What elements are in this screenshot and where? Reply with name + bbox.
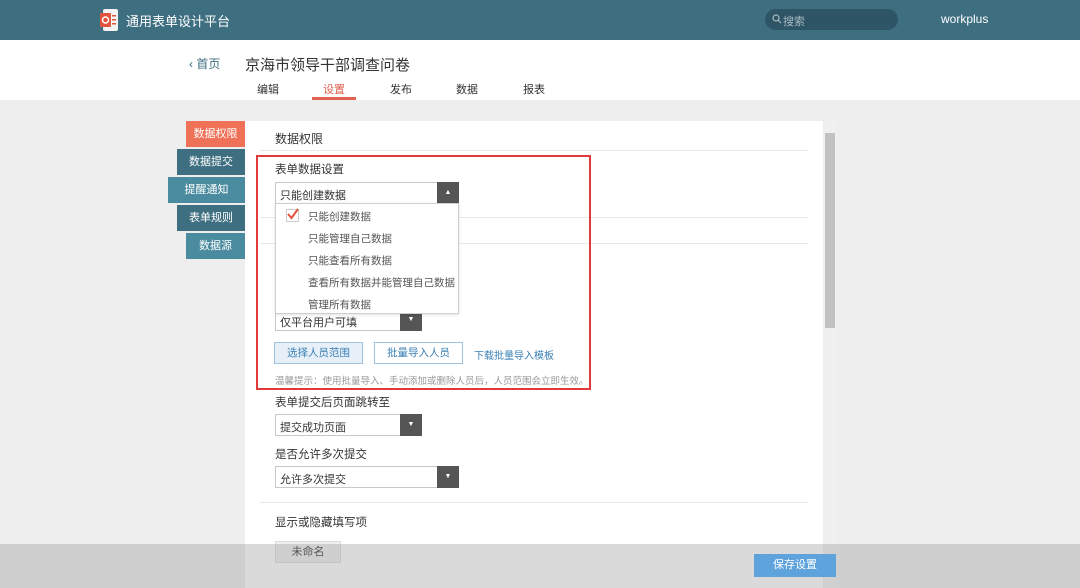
user-name[interactable]: workplus [941, 12, 988, 26]
sidebar-item-data-permission[interactable]: 数据权限 [186, 121, 245, 147]
multi-submit-select[interactable]: 允许多次提交 ▼ [275, 466, 459, 488]
multi-submit-label: 是否允许多次提交 [275, 449, 367, 461]
page-header: ‹ 首页 京海市领导干部调查问卷 编辑 设置 发布 数据 报表 [0, 40, 1080, 100]
scrollbar-thumb[interactable] [825, 133, 835, 328]
show-hide-label: 显示或隐藏填写项 [275, 517, 367, 529]
section-title: 数据权限 [275, 132, 324, 146]
sidebar-item-form-rules[interactable]: 表单规则 [177, 205, 245, 231]
tab-report[interactable]: 报表 [523, 81, 545, 97]
redirect-label: 表单提交后页面跳转至 [275, 397, 390, 409]
search-placeholder: 搜索 [783, 16, 805, 28]
redirect-select[interactable]: 提交成功页面 ▼ [275, 414, 422, 436]
chevron-down-icon: ▼ [400, 414, 422, 436]
search-input[interactable]: 搜索 [765, 9, 898, 30]
tab-publish[interactable]: 发布 [390, 81, 412, 97]
highlight-annotation [256, 155, 591, 390]
sidebar-item-reminder[interactable]: 提醒通知 [168, 177, 245, 203]
multi-submit-value: 允许多次提交 [280, 474, 346, 486]
chevron-down-icon: ▼ [437, 466, 459, 488]
app-title: 通用表单设计平台 [126, 14, 231, 29]
bottom-bar [0, 544, 1080, 588]
tab-edit[interactable]: 编辑 [257, 81, 279, 97]
active-tab-indicator [312, 97, 356, 100]
back-label: 首页 [196, 57, 221, 71]
sidebar-item-data-submit[interactable]: 数据提交 [177, 149, 245, 175]
app-logo-icon [100, 9, 118, 31]
sidebar-item-data-source[interactable]: 数据源 [186, 233, 245, 259]
tab-data[interactable]: 数据 [456, 81, 478, 97]
redirect-value: 提交成功页面 [280, 422, 346, 434]
search-icon [772, 14, 782, 24]
back-link[interactable]: ‹ 首页 [189, 55, 220, 72]
divider [260, 502, 808, 503]
page-title: 京海市领导干部调查问卷 [245, 57, 411, 74]
divider [260, 150, 808, 151]
save-settings-button[interactable]: 保存设置 [754, 554, 836, 577]
tab-settings[interactable]: 设置 [323, 81, 345, 97]
